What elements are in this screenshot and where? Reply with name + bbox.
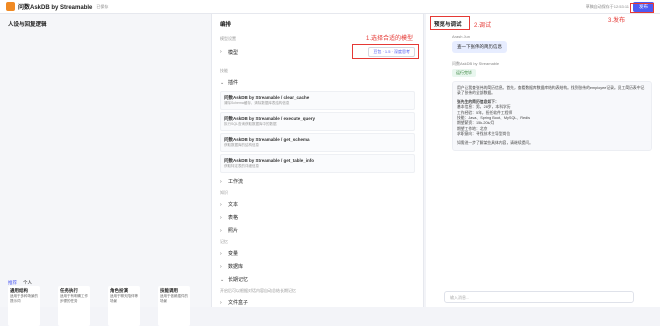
memory-section-label: 记忆 bbox=[220, 239, 228, 244]
bot-name: 问数AskDB by Streamable bbox=[452, 61, 500, 66]
persona-panel: 人设与回复逻辑 推荐 个人 通用结构 适用于多种场景的提示词 任务执行 适用于有明确… bbox=[0, 14, 212, 326]
save-status: 已保存 bbox=[96, 3, 109, 9]
preview-panel: 预览与调试 Arash Jun 查一下张伟的简历信息 问数AskDB by St… bbox=[426, 14, 660, 307]
plugin-item[interactable]: 问数AskDB by Streamable / clear_cache 清除Sch… bbox=[220, 91, 415, 110]
file-box-row[interactable]: › 文件盒子 bbox=[212, 296, 423, 309]
memory-long-row[interactable]: ⌄ 长期记忆 bbox=[212, 273, 423, 286]
plugin-item[interactable]: 问数AskDB by Streamable / get_table_info 获取… bbox=[220, 154, 415, 173]
preview-highlight-box bbox=[430, 16, 470, 30]
chevron-right-icon: › bbox=[220, 49, 222, 55]
autosave-info: 草稿自动保存于12:53:11 bbox=[585, 3, 629, 9]
memory-variable-row[interactable]: › 变量 bbox=[212, 247, 423, 260]
skills-section-label: 技能 bbox=[220, 68, 228, 73]
chevron-down-icon: ⌄ bbox=[220, 79, 225, 86]
memory-note: 开启后可以根据对话内容自动总结长期记忆 bbox=[220, 288, 296, 293]
chat-input[interactable]: 输入消息... bbox=[444, 291, 634, 303]
annotation-select-model: 1.选择合适的模型 bbox=[366, 36, 414, 42]
template-card[interactable]: 角色扮演 适用于聊天陪伴等场景 bbox=[108, 286, 140, 326]
annotation-debug: 2.调试 bbox=[474, 23, 492, 29]
template-card[interactable]: 通用结构 适用于多种场景的提示词 bbox=[8, 286, 40, 326]
app-title: 问数AskDB by Streamable bbox=[18, 5, 93, 11]
knowledge-text-row[interactable]: › 文本 bbox=[212, 198, 423, 211]
knowledge-photo-row[interactable]: › 照片 bbox=[212, 224, 423, 237]
persona-title: 人设与回复逻辑 bbox=[8, 22, 47, 28]
top-bar: 问数AskDB by Streamable 已保存 草稿自动保存于12:53:1… bbox=[0, 0, 660, 14]
bot-answer: 用户让我查张伟的简历信息。首先，查看数据库数据库结构表结构。找到张伟的emplo… bbox=[452, 81, 652, 152]
annotation-publish: 3.发布 bbox=[608, 18, 626, 24]
plugin-item[interactable]: 问数AskDB by Streamable / get_schema 获取数据库的… bbox=[220, 133, 415, 152]
template-card[interactable]: 任务执行 适用于有明确工作步骤的任务 bbox=[58, 286, 90, 326]
run-status-badge[interactable]: 运行完毕 bbox=[452, 69, 476, 77]
memory-db-row[interactable]: › 数据库 bbox=[212, 260, 423, 273]
plugin-item[interactable]: 问数AskDB by Streamable / execute_query 执行S… bbox=[220, 112, 415, 131]
template-card[interactable]: 技能调用 适用于依赖插件的场景 bbox=[158, 286, 190, 326]
app-logo-icon bbox=[6, 2, 15, 11]
publish-highlight-box bbox=[630, 3, 654, 13]
orchestration-title: 编排 bbox=[220, 22, 232, 28]
workflow-row[interactable]: › 工作流 bbox=[212, 175, 423, 188]
plugin-label: 插件 bbox=[228, 80, 239, 86]
model-highlight-box bbox=[352, 44, 419, 59]
user-name: Arash Jun bbox=[452, 34, 471, 39]
knowledge-table-row[interactable]: › 表格 bbox=[212, 211, 423, 224]
user-message: 查一下张伟的简历信息 bbox=[452, 41, 507, 53]
plugin-row[interactable]: ⌄ 插件 bbox=[212, 76, 423, 89]
knowledge-section-label: 知识 bbox=[220, 190, 228, 195]
model-label: 模型 bbox=[228, 49, 239, 56]
